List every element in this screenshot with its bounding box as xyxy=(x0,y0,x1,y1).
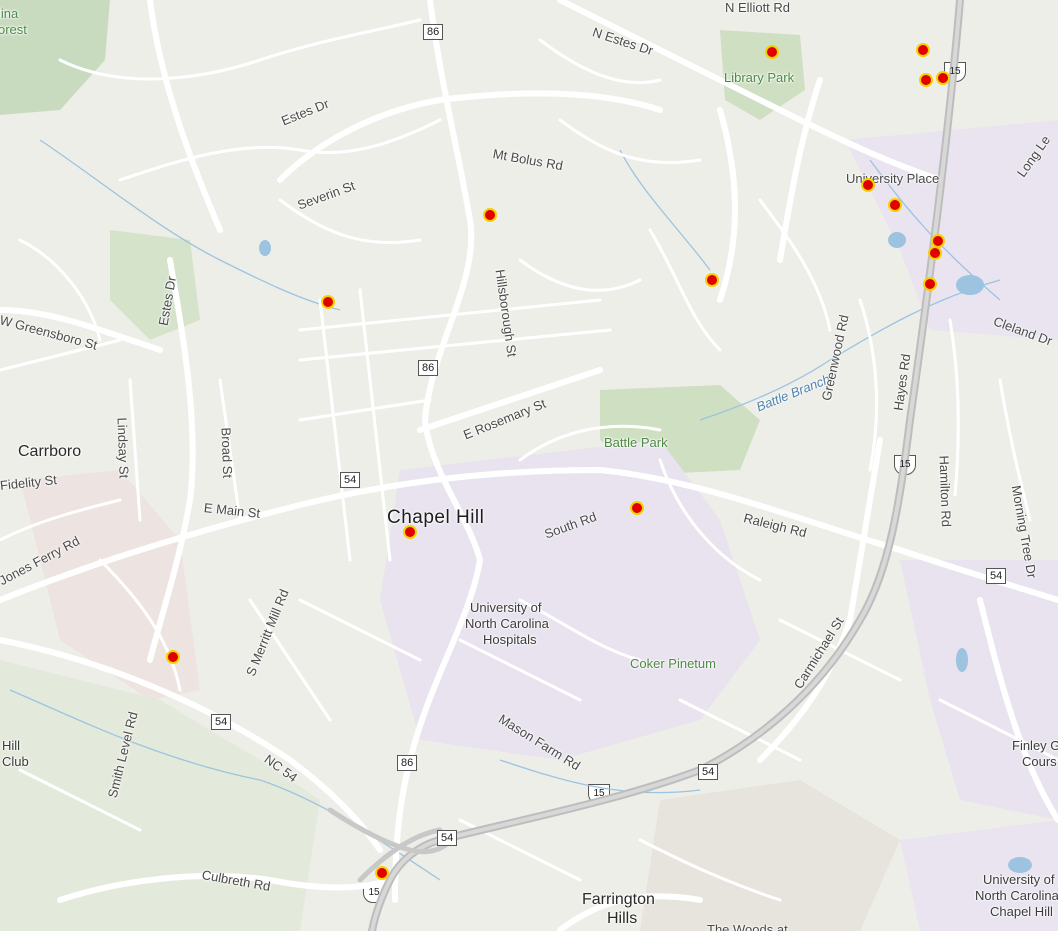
route-shield-54: 54 xyxy=(211,714,232,730)
route-shield-86: 86 xyxy=(397,755,418,771)
map-marker[interactable] xyxy=(923,277,937,291)
map-marker[interactable] xyxy=(765,45,779,59)
route-shield-54: 54 xyxy=(698,764,719,780)
route-shield-us15: 15 xyxy=(588,784,610,804)
map-marker[interactable] xyxy=(705,273,719,287)
route-shield-54: 54 xyxy=(340,472,361,488)
place-label-hills: Hills xyxy=(607,910,638,927)
place-label-chapel-hill: Chapel Hill xyxy=(387,507,485,528)
place-label-woods: The Woods at xyxy=(707,922,788,931)
inst-label-unc-3: Chapel Hill xyxy=(990,904,1053,919)
road-label-n-elliott: N Elliott Rd xyxy=(725,0,791,15)
place-label-university-place: University Place xyxy=(846,171,940,186)
place-label-farrington: Farrington xyxy=(582,891,655,908)
map-marker[interactable] xyxy=(166,650,180,664)
map-marker[interactable] xyxy=(403,525,417,539)
route-shield-86: 86 xyxy=(423,24,444,40)
inst-label-finley-2: Cours xyxy=(1022,754,1057,769)
inst-label-finley-1: Finley G xyxy=(1012,738,1058,753)
map-view[interactable]: Carrboro Chapel Hill Farrington Hills Th… xyxy=(0,0,1058,931)
inst-label-unc-hospitals-2: North Carolina xyxy=(465,616,549,631)
map-marker[interactable] xyxy=(861,178,875,192)
place-label-carrboro: Carrboro xyxy=(18,443,82,460)
map-marker[interactable] xyxy=(483,208,497,222)
route-shield-us15: 15 xyxy=(363,883,385,903)
inst-label-unc-2: North Carolina xyxy=(975,888,1058,903)
route-shield-us15: 15 xyxy=(894,455,916,475)
route-shield-54: 54 xyxy=(986,568,1007,584)
map-marker[interactable] xyxy=(375,866,389,880)
inst-label-unc-hospitals-1: University of xyxy=(470,600,542,615)
map-marker[interactable] xyxy=(321,295,335,309)
park-label-library-park: Library Park xyxy=(724,70,795,85)
map-marker[interactable] xyxy=(888,198,902,212)
map-marker[interactable] xyxy=(916,43,930,57)
route-shield-54: 54 xyxy=(437,830,458,846)
inst-label-unc-1: University of xyxy=(983,872,1055,887)
route-shield-86: 86 xyxy=(418,360,439,376)
park-label-coker-pinetum: Coker Pinetum xyxy=(630,656,716,671)
road-label-lindsay: Lindsay St xyxy=(114,417,132,479)
road-label-broad: Broad St xyxy=(218,427,236,479)
road-label-hamilton: Hamilton Rd xyxy=(936,455,954,528)
map-marker[interactable] xyxy=(630,501,644,515)
park-label-battle-park: Battle Park xyxy=(604,435,668,450)
map-marker[interactable] xyxy=(936,71,950,85)
inst-label-club-2: Club xyxy=(2,754,29,769)
map-marker[interactable] xyxy=(928,246,942,260)
inst-label-club-1: Hill xyxy=(2,738,21,753)
park-label-forest-2: orest xyxy=(0,22,27,37)
park-label-forest-1: lina xyxy=(0,6,19,21)
inst-label-unc-hospitals-3: Hospitals xyxy=(483,632,537,647)
map-marker[interactable] xyxy=(919,73,933,87)
